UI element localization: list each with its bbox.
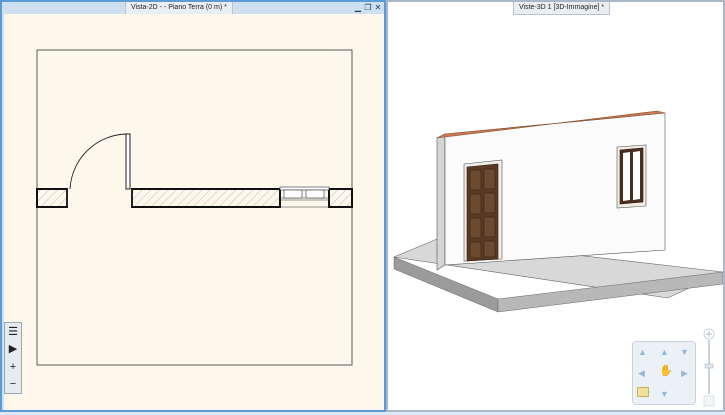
plan-view-window: Vista-2D - - Piano Terra (0 m) * ▁ ❐ ✕ ☰…	[0, 0, 386, 412]
play-icon[interactable]: ▶	[6, 342, 20, 356]
hand-icon[interactable]: ✋	[659, 366, 673, 377]
zoom-slider[interactable]	[703, 328, 715, 408]
nav-left-icon[interactable]: ◀	[638, 369, 645, 378]
door-swing-arc	[69, 133, 127, 190]
wall-segment-middle	[131, 188, 281, 208]
nav-up-icon[interactable]: ▲	[660, 348, 669, 357]
restore-button[interactable]: ❐	[364, 3, 372, 12]
floor-plan-drawing	[36, 49, 353, 366]
close-button[interactable]: ✕	[374, 3, 382, 12]
wall-segment-right	[328, 188, 353, 208]
wall-segment-left	[36, 188, 68, 208]
zoom-in-icon[interactable]: +	[6, 360, 20, 374]
nav-up-left-icon[interactable]: ▲	[638, 348, 647, 357]
window-sill	[279, 186, 330, 191]
zoom-out-icon[interactable]: −	[6, 377, 20, 391]
minimize-button[interactable]: ▁	[354, 3, 362, 12]
layers-list-icon[interactable]: ☰	[6, 325, 20, 339]
plan-canvas[interactable]	[4, 14, 384, 410]
scene-icon[interactable]	[637, 387, 649, 397]
window-pane-left	[283, 189, 303, 199]
3d-view-window: Viste-3D 1 [3D-Immagine] * ▲ ▲ ▼ ◀ ✋ ▶ ▼	[386, 0, 725, 412]
wall-side-face	[436, 133, 446, 271]
view-toolbar: ☰ ▶ + −	[4, 322, 22, 394]
door-leaf	[125, 133, 131, 190]
nav-down-right-icon[interactable]: ▼	[680, 348, 689, 357]
nav-down-icon[interactable]: ▼	[660, 390, 669, 399]
window-controls: ▁ ❐ ✕	[354, 3, 382, 12]
window-pane-right	[305, 189, 325, 199]
navigation-control[interactable]: ▲ ▲ ▼ ◀ ✋ ▶ ▼	[632, 341, 696, 405]
nav-right-icon[interactable]: ▶	[681, 369, 688, 378]
